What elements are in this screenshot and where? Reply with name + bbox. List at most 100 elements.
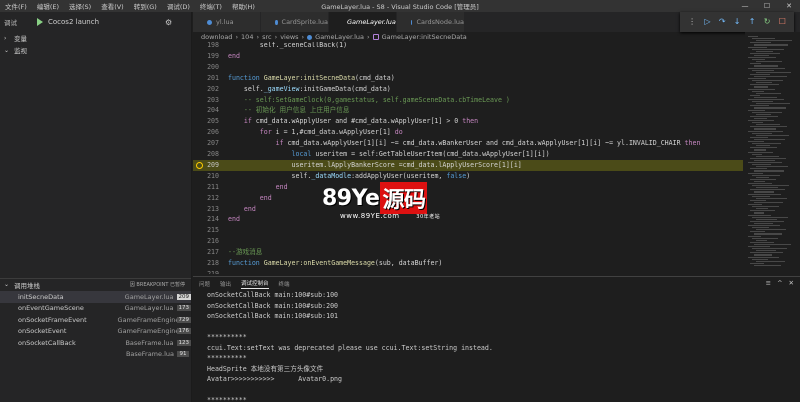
menu-item[interactable]: 编辑(E) xyxy=(32,1,64,11)
breadcrumb-item[interactable]: GameLayer:initSecneData xyxy=(382,33,467,41)
drag-handle-icon[interactable]: ⋮ xyxy=(688,18,696,26)
panel-tab[interactable]: 输出 xyxy=(220,280,231,288)
code-line[interactable]: 201 function GameLayer:initSecneData(cmd_… xyxy=(193,73,743,84)
minimap-line xyxy=(750,147,777,149)
symbol-method-icon xyxy=(372,34,379,40)
code-token: useritem = self:GetTableUserItem(cmd_dat… xyxy=(315,150,550,158)
gear-icon[interactable]: ⚙ xyxy=(165,18,172,27)
menu-item[interactable]: 文件(F) xyxy=(0,1,32,11)
breadcrumb-item[interactable]: 104 xyxy=(241,33,253,41)
breadcrumb-item[interactable]: download xyxy=(201,33,232,41)
minimize-button[interactable]: — xyxy=(734,0,756,12)
watch-section[interactable]: ⌄ 监视 xyxy=(0,44,191,56)
code-line[interactable]: 209 useritem.lApplyBankerScore =cmd_data… xyxy=(193,159,743,171)
code-text: for i = 1,#cmd_data.wApplyUser[1] do xyxy=(228,127,403,138)
panel-control-icon[interactable]: ≡ xyxy=(766,279,771,287)
minimap-line xyxy=(752,122,763,124)
frame-line-badge: 123 xyxy=(176,339,191,346)
minimap[interactable] xyxy=(745,32,800,274)
minimap-line xyxy=(752,38,775,40)
restart-icon[interactable]: ↻ xyxy=(764,18,771,26)
line-number: 205 xyxy=(207,117,219,126)
line-number: 202 xyxy=(207,84,219,93)
code-line[interactable]: 198 self._sceneCallBack(1) xyxy=(193,42,743,51)
code-line[interactable]: 199 end xyxy=(193,51,743,62)
debug-toolbar: ⋮ ▷ ↷ ↓ ↑ ↻ ☐ xyxy=(680,12,794,32)
breadcrumb-item[interactable]: GameLayer.lua xyxy=(315,33,364,41)
debug-label: 调试 xyxy=(4,19,17,27)
step-out-icon[interactable]: ↑ xyxy=(749,18,756,26)
breadcrumb-item[interactable]: views xyxy=(280,33,298,41)
callstack-section[interactable]: ⌄ 调用堆栈 因 BREAKPOINT 已暂停 xyxy=(0,278,191,290)
editor-tab[interactable]: CardSprite.lua xyxy=(261,12,329,32)
code-line[interactable]: 207 if cmd_data.wApplyUser[1][i] ~= cmd_… xyxy=(193,138,743,149)
code-line[interactable]: 204 -- 初始化 用户信息 上庄用户信息 xyxy=(193,105,743,116)
minimap-line xyxy=(748,120,774,122)
callstack-frame[interactable]: onSocketFrameEvent GameFrameEngine.lua 729 xyxy=(0,314,191,326)
line-number: 198 xyxy=(207,42,219,49)
menu-item[interactable]: 选择(S) xyxy=(64,1,96,11)
code-line[interactable]: 217 --游戏消息 xyxy=(193,247,743,258)
panel-control-icon[interactable]: ^ xyxy=(777,279,782,287)
code-line[interactable]: 208 local useritem = self:GetTableUserIt… xyxy=(193,149,743,160)
editor-tab[interactable]: yl.lua xyxy=(193,12,261,32)
code-line[interactable]: 215 xyxy=(193,225,743,236)
panel-control-icon[interactable]: ✕ xyxy=(789,279,794,287)
editor-tab[interactable]: CardsNode.lua xyxy=(397,12,465,32)
debug-launch-bar: 调试 Cocos2 launch ⚙ xyxy=(0,12,191,32)
code-line[interactable]: 216 xyxy=(193,236,743,247)
variables-section[interactable]: › 变量 xyxy=(0,32,191,44)
minimap-line xyxy=(748,36,758,38)
panel-tab[interactable]: 问题 xyxy=(199,280,210,288)
maximize-button[interactable]: ☐ xyxy=(756,0,778,12)
menu-item[interactable]: 转到(G) xyxy=(129,1,162,11)
launch-config-select[interactable]: Cocos2 launch xyxy=(37,18,99,26)
callstack-frame[interactable]: onSocketCallBack BaseFrame.lua 123 xyxy=(0,337,191,349)
debug-console-output[interactable]: onSocketCallBack main:100#sub:100 onSocke… xyxy=(193,290,800,402)
minimap-line xyxy=(748,172,763,174)
minimap-line xyxy=(756,103,790,105)
tab-label: GameLayer.lua xyxy=(347,18,396,26)
code-editor[interactable]: 198 self._sceneCallBack(1) 199 end 200 201 fu… xyxy=(193,42,743,274)
stop-icon[interactable]: ☐ xyxy=(779,18,786,26)
panel-tab[interactable]: 终端 xyxy=(279,280,290,288)
callstack-frame[interactable]: initSecneData GameLayer.lua 209 xyxy=(0,291,191,303)
minimap-line xyxy=(752,206,779,208)
code-line[interactable]: 200 xyxy=(193,62,743,73)
callstack-frame[interactable]: onSocketEvent GameFrameEngine.lua 176 xyxy=(0,326,191,338)
code-line[interactable]: 202 self._gameView:initGameData(cmd_data… xyxy=(193,84,743,95)
step-over-icon[interactable]: ↷ xyxy=(719,18,726,26)
code-text: local useritem = self:GetTableUserItem(c… xyxy=(228,149,550,160)
code-token: function xyxy=(228,73,264,82)
code-line[interactable]: 206 for i = 1,#cmd_data.wApplyUser[1] do xyxy=(193,127,743,138)
menu-item[interactable]: 调试(D) xyxy=(162,1,195,11)
code-line[interactable]: 219 xyxy=(193,269,743,274)
close-button[interactable]: ✕ xyxy=(778,0,800,12)
play-icon[interactable] xyxy=(37,18,43,26)
breadcrumb-item[interactable]: src xyxy=(262,33,272,41)
code-line[interactable]: 205 if cmd_data.wApplyUser and #cmd_data… xyxy=(193,116,743,127)
menu-item[interactable]: 帮助(H) xyxy=(227,1,260,11)
minimap-line xyxy=(750,189,785,191)
editor-tab[interactable]: GameLayer.lua✕ xyxy=(329,12,409,32)
menu-item[interactable]: 终端(T) xyxy=(195,1,227,11)
code-line[interactable]: 203 -- self:SetGameClock(0,gamestatus, s… xyxy=(193,95,743,106)
callstack-frame[interactable]: onEventGameScene GameLayer.lua 173 xyxy=(0,303,191,315)
minimap-line xyxy=(750,220,784,222)
code-token: :initGameData(cmd_data) xyxy=(299,84,391,93)
code-line[interactable]: 210 self._dataModle:addApplyUser(userite… xyxy=(193,171,743,182)
code-text: -- self:SetGameClock(0,gamestatus, self.… xyxy=(228,95,510,106)
callstack-frame[interactable]: BaseFrame.lua 91 xyxy=(0,349,191,361)
minimap-line xyxy=(750,115,778,117)
minimap-line xyxy=(750,241,774,243)
line-number: 206 xyxy=(207,128,219,137)
menu-item[interactable]: 查看(V) xyxy=(96,1,129,11)
panel-tab[interactable]: 调试控制台 xyxy=(241,279,269,289)
code-line[interactable]: 218 function GameLayer:onEventGameMessage… xyxy=(193,258,743,269)
breadcrumb-separator: › xyxy=(256,33,260,41)
minimap-line xyxy=(752,164,771,166)
line-number: 208 xyxy=(207,150,219,158)
continue-icon[interactable]: ▷ xyxy=(704,18,710,26)
watermark-url: www.89YE.com xyxy=(340,212,400,220)
step-into-icon[interactable]: ↓ xyxy=(734,18,741,26)
